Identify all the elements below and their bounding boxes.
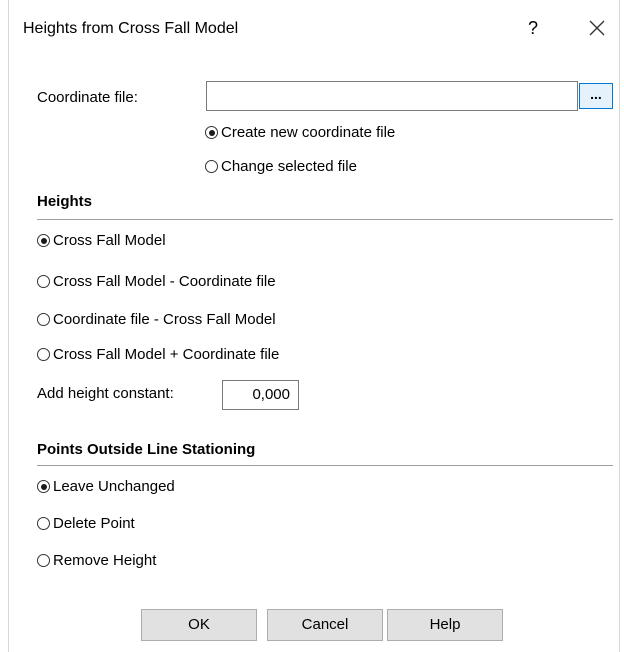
coordinate-file-label: Coordinate file: — [37, 89, 138, 106]
radio-circle — [37, 275, 50, 288]
dialog-window: Heights from Cross Fall Model ? Coordina… — [8, 0, 620, 652]
radio-circle — [37, 313, 50, 326]
radio-label: Change selected file — [221, 158, 357, 175]
radio-leave-unchanged[interactable]: Leave Unchanged — [37, 478, 175, 495]
radio-label: Remove Height — [53, 552, 157, 569]
close-icon[interactable] — [585, 16, 609, 40]
radio-circle — [37, 348, 50, 361]
outside-separator — [37, 465, 613, 466]
radio-delete-point[interactable]: Delete Point — [37, 515, 135, 532]
browse-button[interactable]: ... — [579, 83, 613, 109]
radio-change-selected-file[interactable]: Change selected file — [205, 158, 357, 175]
radio-label: Cross Fall Model — [53, 232, 166, 249]
radio-circle — [205, 126, 218, 139]
radio-cfm-plus-coordinate-file[interactable]: Cross Fall Model + Coordinate file — [37, 346, 279, 363]
radio-label: Leave Unchanged — [53, 478, 175, 495]
radio-circle — [37, 234, 50, 247]
ok-button[interactable]: OK — [141, 609, 257, 641]
coordinate-file-input[interactable] — [206, 81, 578, 111]
radio-circle — [37, 480, 50, 493]
radio-label: Cross Fall Model - Coordinate file — [53, 273, 276, 290]
title-bar: Heights from Cross Fall Model ? — [9, 0, 619, 58]
radio-label: Create new coordinate file — [221, 124, 396, 141]
height-constant-label: Add height constant: — [37, 385, 174, 402]
radio-label: Coordinate file - Cross Fall Model — [53, 311, 276, 328]
cancel-button[interactable]: Cancel — [267, 609, 383, 641]
help-icon[interactable]: ? — [523, 18, 543, 39]
radio-label: Delete Point — [53, 515, 135, 532]
window-title: Heights from Cross Fall Model — [23, 20, 239, 37]
help-button[interactable]: Help — [387, 609, 503, 641]
radio-coordinate-file-minus-cfm[interactable]: Coordinate file - Cross Fall Model — [37, 311, 276, 328]
heights-section-header: Heights — [37, 193, 93, 210]
heights-separator — [37, 219, 613, 220]
height-constant-input[interactable]: 0,000 — [222, 380, 299, 410]
radio-circle — [37, 554, 50, 567]
radio-label: Cross Fall Model + Coordinate file — [53, 346, 280, 363]
outside-section-header: Points Outside Line Stationing — [37, 441, 256, 458]
radio-create-new-file[interactable]: Create new coordinate file — [205, 124, 395, 141]
radio-circle — [37, 517, 50, 530]
radio-cfm-minus-coordinate-file[interactable]: Cross Fall Model - Coordinate file — [37, 273, 276, 290]
radio-cross-fall-model[interactable]: Cross Fall Model — [37, 232, 166, 249]
radio-remove-height[interactable]: Remove Height — [37, 552, 156, 569]
radio-circle — [205, 160, 218, 173]
